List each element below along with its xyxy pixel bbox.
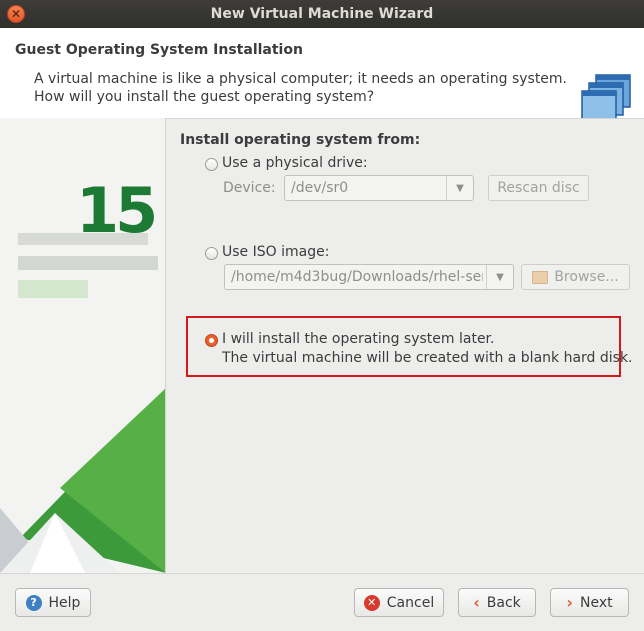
next-label: Next — [579, 594, 613, 611]
wizard-footer — [0, 573, 644, 631]
browse-button[interactable]: Browse... — [521, 264, 630, 290]
description-line-2: How will you install the guest operating… — [34, 89, 375, 105]
install-later-description: The virtual machine will be created with… — [222, 350, 633, 366]
chevron-down-icon[interactable]: ▼ — [446, 176, 473, 200]
folder-icon — [532, 270, 549, 284]
iso-path-select[interactable]: /home/m4d3bug/Downloads/rhel-ser ▼ — [224, 264, 514, 290]
window-title: New Virtual Machine Wizard — [210, 6, 434, 22]
back-label: Back — [486, 594, 521, 611]
iso-path-value: /home/m4d3bug/Downloads/rhel-ser — [231, 269, 483, 285]
chevron-down-icon[interactable]: ▼ — [486, 265, 513, 289]
section-title: Install operating system from: — [180, 132, 421, 148]
device-value: /dev/sr0 — [291, 180, 349, 196]
cancel-button[interactable]: ✕ Cancel — [354, 588, 444, 617]
description-line-1: A virtual machine is like a physical com… — [34, 71, 568, 87]
iso-image-radio[interactable] — [205, 247, 218, 260]
page-title: Guest Operating System Installation — [15, 42, 303, 58]
physical-drive-label[interactable]: Use a physical drive: — [222, 155, 368, 171]
wizard-header: Guest Operating System Installation A vi… — [0, 28, 644, 124]
version-number: 15 — [76, 174, 158, 247]
back-button[interactable]: ‹ Back — [458, 588, 536, 617]
rescan-disc-button[interactable]: Rescan disc — [488, 175, 589, 201]
cancel-icon: ✕ — [363, 594, 380, 611]
device-select[interactable]: /dev/sr0 ▼ — [284, 175, 474, 201]
chevron-right-icon: › — [566, 593, 573, 612]
browse-label: Browse... — [554, 269, 619, 285]
install-later-radio[interactable] — [205, 334, 218, 347]
title-bar: ✕ New Virtual Machine Wizard — [0, 0, 644, 28]
chevron-left-icon: ‹ — [473, 593, 480, 612]
page-description: A virtual machine is like a physical com… — [34, 70, 567, 106]
install-later-label[interactable]: I will install the operating system late… — [222, 331, 494, 347]
brand-sidebar: 15 — [0, 118, 166, 573]
device-label: Device: — [223, 180, 276, 196]
help-icon: ? — [25, 594, 42, 611]
physical-drive-radio[interactable] — [205, 158, 218, 171]
cancel-label: Cancel — [386, 594, 435, 611]
help-button[interactable]: ? Help — [15, 588, 91, 617]
next-button[interactable]: › Next — [550, 588, 629, 617]
install-options-panel: Install operating system from: Use a phy… — [180, 118, 633, 573]
help-label: Help — [48, 594, 81, 611]
iso-image-label[interactable]: Use ISO image: — [222, 244, 329, 260]
rescan-disc-label: Rescan disc — [497, 180, 580, 196]
